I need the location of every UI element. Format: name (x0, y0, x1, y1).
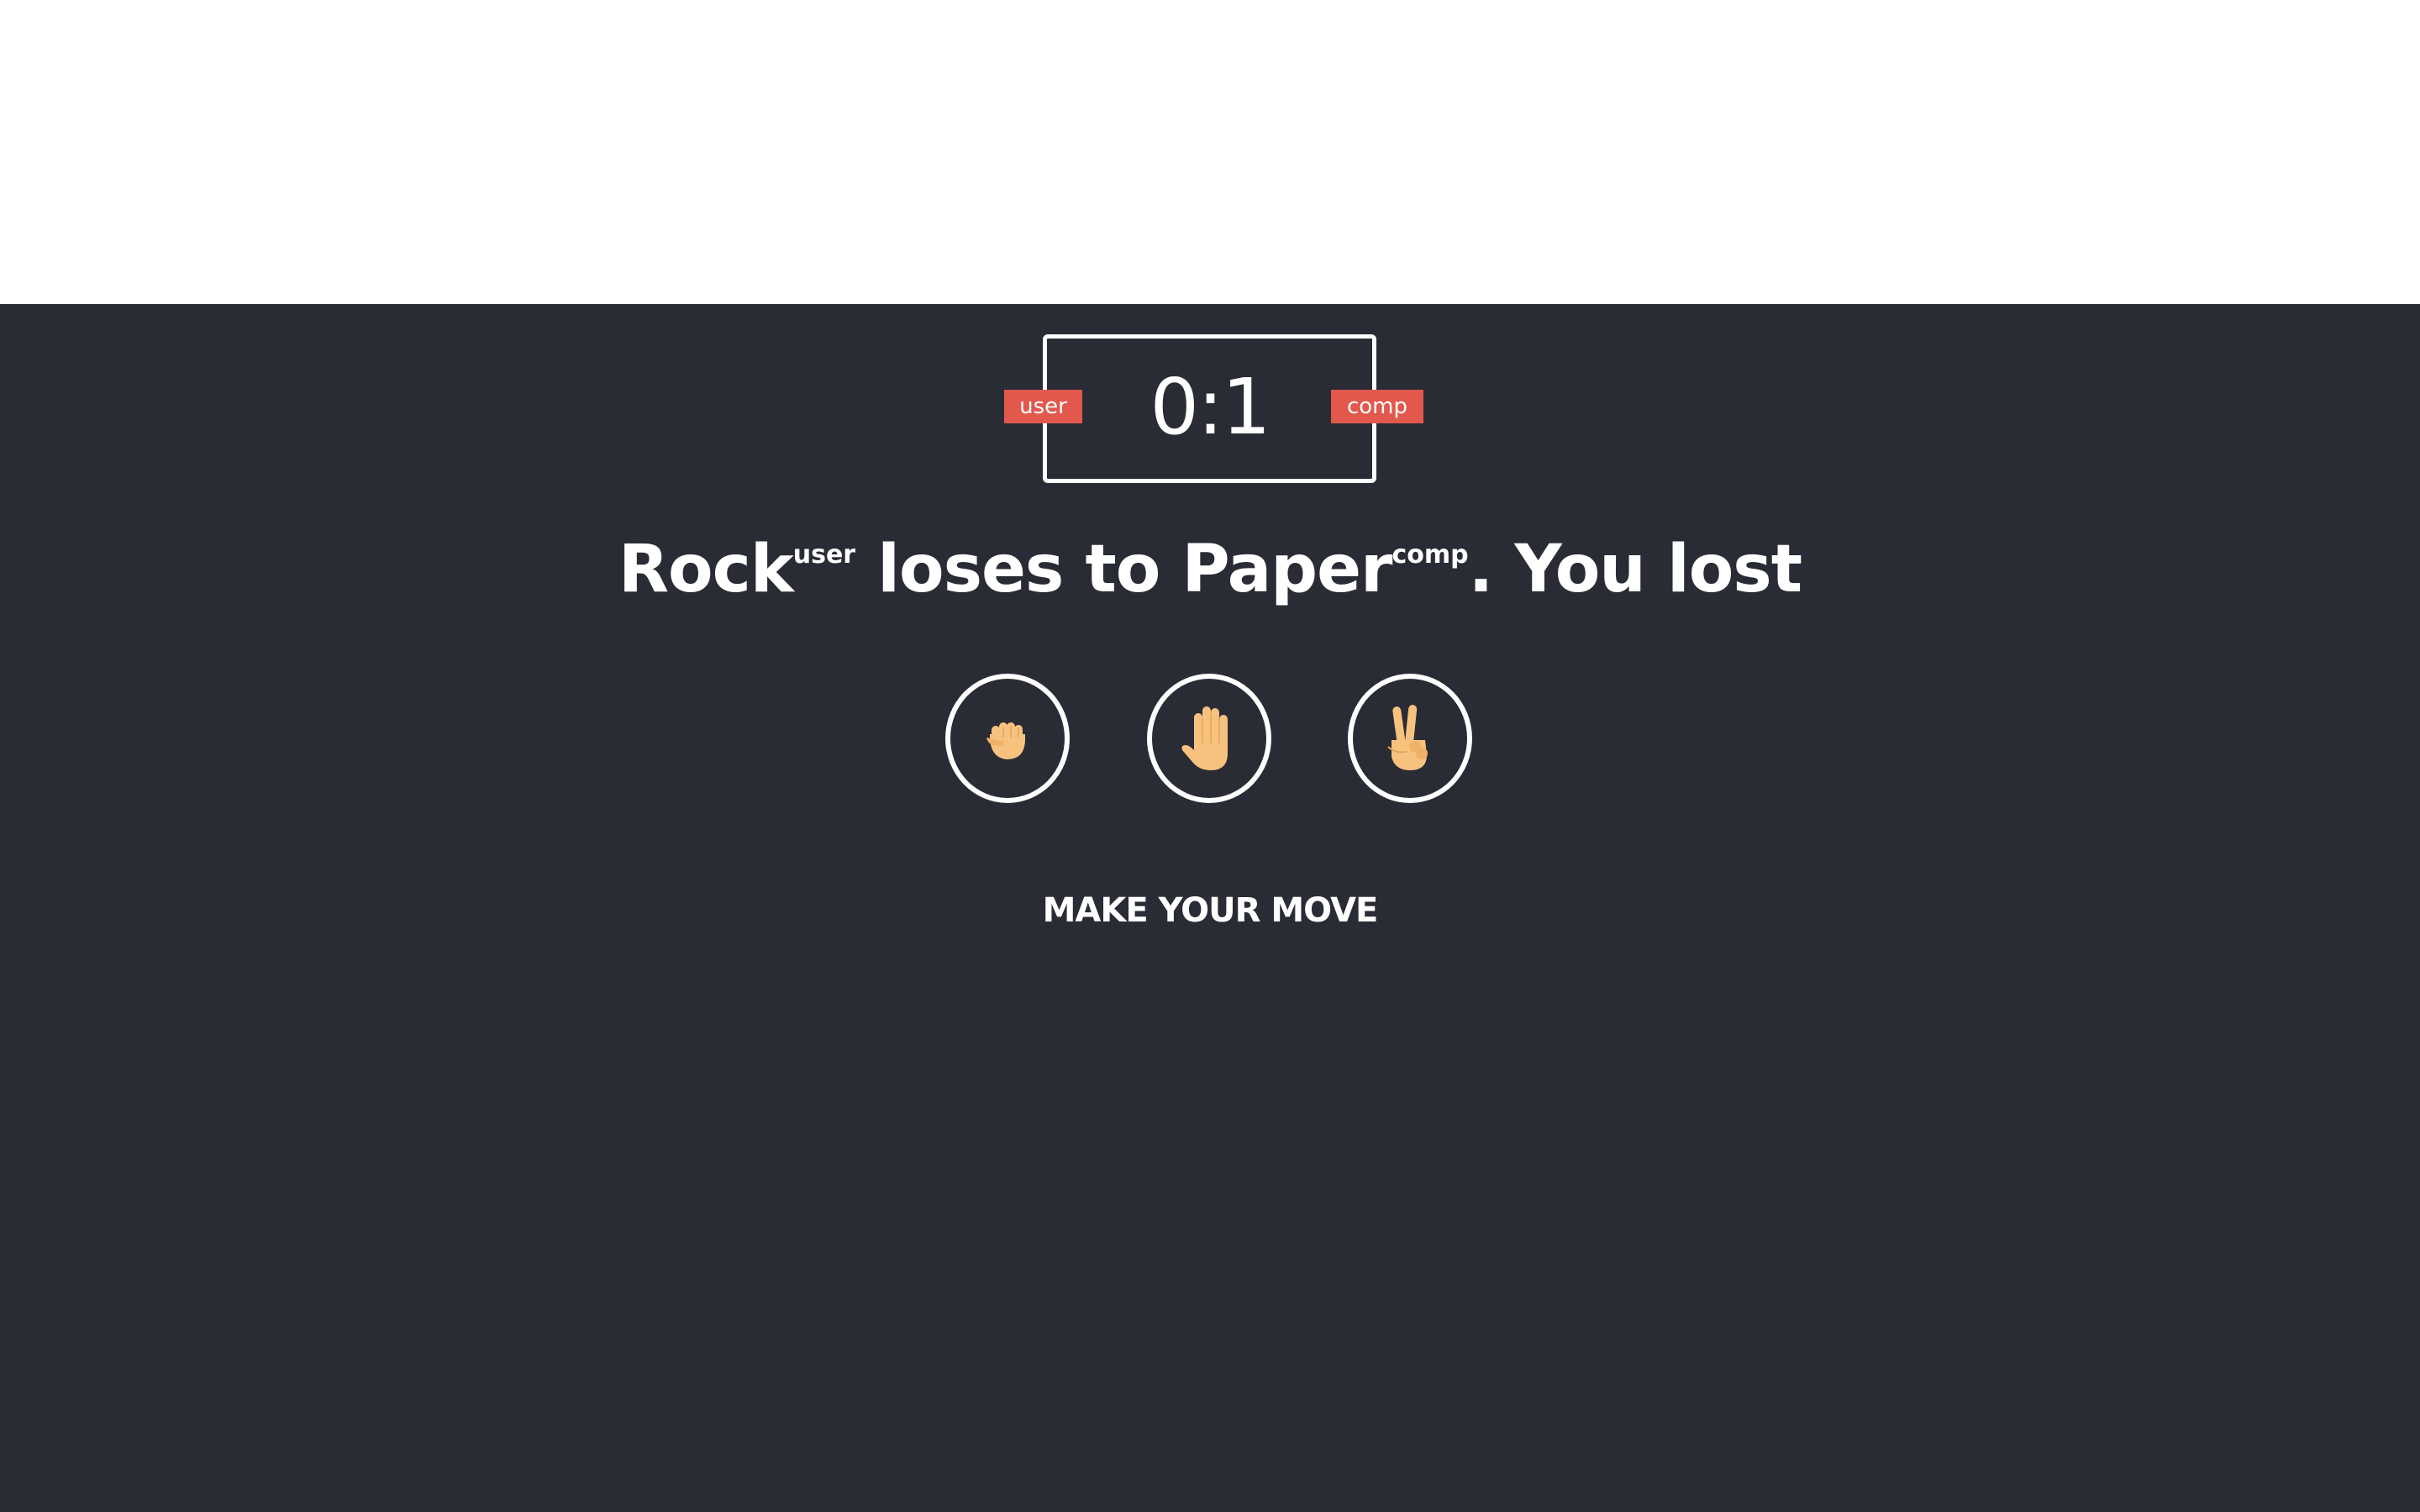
scissors-button[interactable] (1348, 674, 1472, 803)
user-choice: Rock (618, 532, 794, 607)
rock-button[interactable] (945, 674, 1070, 803)
comp-choice: Paper (1181, 532, 1393, 607)
make-move-prompt: MAKE YOUR MOVE (1042, 891, 1379, 930)
paper-button[interactable] (1147, 674, 1271, 803)
comp-tag: comp (1392, 540, 1469, 570)
user-tag: user (792, 540, 856, 570)
victory-hand-icon (1387, 705, 1428, 770)
result-message: Rockuser loses to Papercomp. You lost (0, 521, 2420, 618)
header-band (0, 0, 2420, 304)
result-outcome: . You lost (1468, 532, 1802, 607)
score-value: 0:1 (1150, 362, 1270, 452)
fist-icon (986, 722, 1025, 759)
user-badge: user (1004, 390, 1082, 423)
result-verb: loses to (877, 532, 1160, 607)
raised-hand-icon (1181, 706, 1228, 770)
scoreboard: 0:1 (1043, 334, 1376, 483)
comp-badge: comp (1331, 390, 1423, 423)
